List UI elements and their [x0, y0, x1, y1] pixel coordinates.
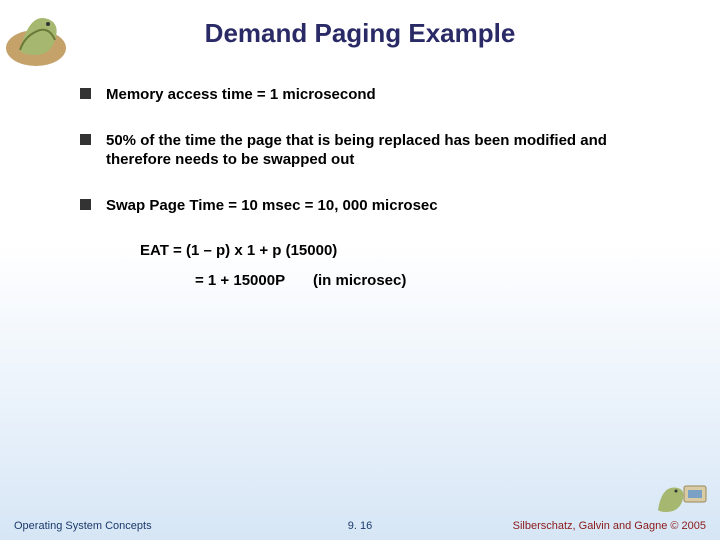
footer-right-text: Silberschatz, Galvin and Gagne © 2005: [513, 520, 706, 532]
formula-line: EAT = (1 – p) x 1 + p (15000): [140, 241, 670, 261]
footer-page-number: 9. 16: [348, 520, 372, 532]
bullet-item: Memory access time = 1 microsecond: [80, 85, 670, 105]
slide-title: Demand Paging Example: [0, 0, 720, 55]
bullet-item: Swap Page Time = 10 msec = 10, 000 micro…: [80, 196, 670, 216]
bullet-item: 50% of the time the page that is being r…: [80, 131, 670, 170]
dinosaur-icon: [0, 0, 72, 70]
footer-left-text: Operating System Concepts: [14, 520, 152, 532]
slide-content: Memory access time = 1 microsecond 50% o…: [0, 55, 720, 290]
formula-unit: (in microsec): [313, 271, 406, 291]
formula-result: = 1 + 15000P: [195, 272, 285, 289]
formula-line: = 1 + 15000P (in microsec): [195, 271, 670, 291]
dinosaur-small-icon: [652, 472, 712, 518]
